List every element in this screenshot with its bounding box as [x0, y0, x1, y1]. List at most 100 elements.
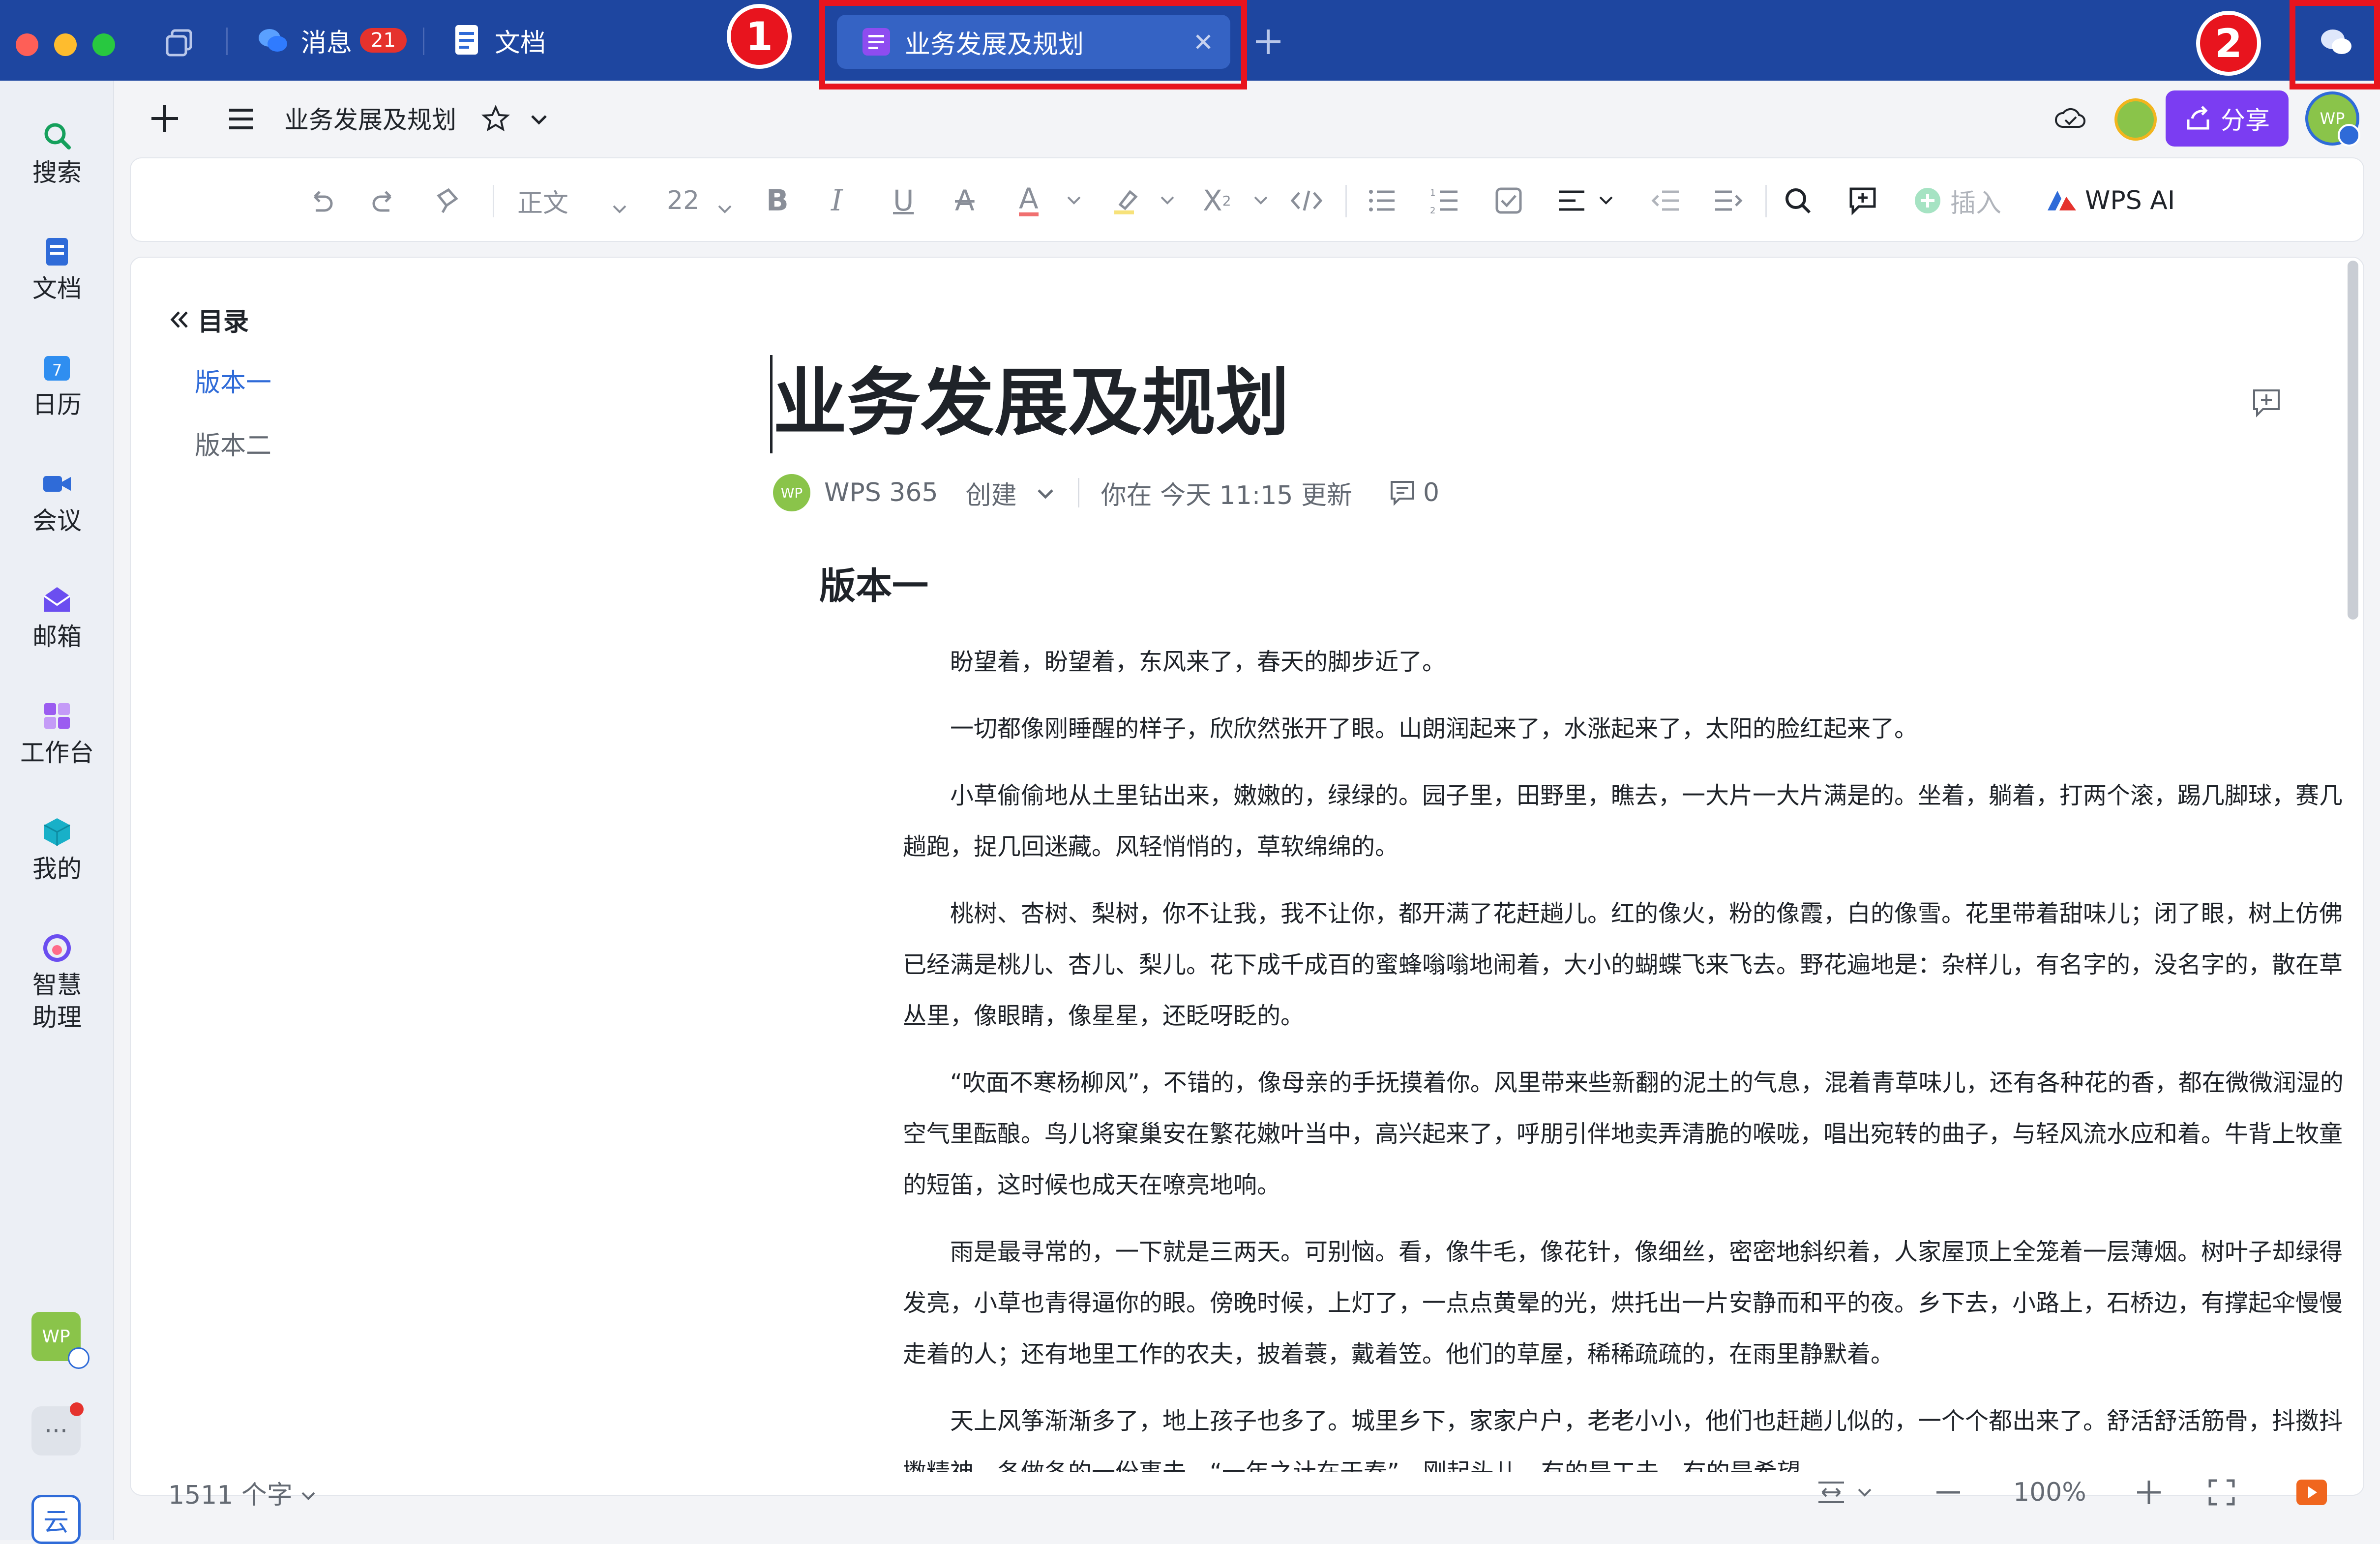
- fullscreen-icon[interactable]: [2207, 1470, 2236, 1514]
- doc-comment-icon[interactable]: [2250, 386, 2283, 419]
- new-doc-plus-icon[interactable]: [148, 101, 182, 136]
- enterprise-badge-icon: [2338, 124, 2360, 147]
- chat-panel-icon[interactable]: [2317, 24, 2355, 62]
- align-icon[interactable]: [1556, 158, 1587, 243]
- toc-header[interactable]: 目录: [167, 301, 249, 338]
- document-title[interactable]: 业务发展及规划: [773, 354, 1289, 452]
- sidebar-item-label: 我的: [32, 855, 82, 883]
- chevron-down-icon[interactable]: [1597, 158, 1615, 243]
- tab-messages[interactable]: 消息 21: [256, 0, 407, 81]
- format-painter-icon[interactable]: [434, 158, 463, 243]
- insert-button[interactable]: 插入: [1913, 158, 2001, 243]
- checklist-icon[interactable]: [1493, 158, 1524, 243]
- add-comment-icon[interactable]: [1847, 158, 1878, 243]
- bold-icon[interactable]: B: [766, 158, 789, 243]
- insert-label: 插入: [1950, 188, 2002, 218]
- chevron-down-icon[interactable]: [1159, 158, 1176, 243]
- page-width-icon[interactable]: [1815, 1470, 1847, 1514]
- tab-docs[interactable]: 文档: [452, 0, 546, 81]
- sidebar-item-label: 智慧 助理: [32, 971, 82, 1032]
- calendar-icon: 7: [41, 352, 73, 384]
- collaborator-avatar[interactable]: [2114, 98, 2157, 141]
- sidebar-item-search[interactable]: 搜索: [0, 120, 114, 189]
- sidebar-item-meeting[interactable]: 会议: [0, 468, 114, 537]
- chevron-down-icon[interactable]: [1065, 158, 1083, 243]
- new-tab-plus-icon[interactable]: [1251, 25, 1285, 59]
- superscript-icon[interactable]: X2: [1203, 158, 1231, 243]
- chevron-down-icon[interactable]: [1252, 158, 1270, 243]
- sidebar-item-docs[interactable]: 文档: [0, 236, 114, 305]
- comment-icon[interactable]: [1389, 479, 1416, 506]
- document-icon: [452, 23, 484, 58]
- more-apps-button[interactable]: ···: [31, 1402, 84, 1455]
- wps-ai-button[interactable]: WPS AI: [2045, 158, 2175, 243]
- zoom-in-icon[interactable]: [2134, 1470, 2164, 1514]
- chevron-down-icon[interactable]: [1855, 1470, 1874, 1514]
- chevron-down-icon[interactable]: [528, 109, 550, 131]
- italic-icon[interactable]: I: [831, 158, 843, 243]
- toc-item-2[interactable]: 版本二: [195, 425, 271, 462]
- paragraph[interactable]: 一切都像刚睡醒的样子，欣欣然张开了眼。山朗润起来了，水涨起来了，太阳的脸红起来了…: [903, 703, 2358, 754]
- highlight-icon[interactable]: [1110, 158, 1142, 243]
- toc-item-1[interactable]: 版本一: [195, 362, 271, 399]
- code-icon[interactable]: [1289, 158, 1324, 243]
- doc-title-label[interactable]: 业务发展及规划: [284, 93, 456, 143]
- vertical-scrollbar[interactable]: [2348, 261, 2358, 620]
- close-window-button[interactable]: [16, 33, 38, 56]
- zoom-window-button[interactable]: [92, 33, 115, 56]
- font-size-dropdown[interactable]: 22: [667, 158, 736, 243]
- numbered-list-icon[interactable]: 12: [1429, 158, 1460, 243]
- author-name[interactable]: WPS 365: [824, 478, 938, 507]
- sidebar-item-workbench[interactable]: 工作台: [0, 700, 114, 769]
- zoom-out-icon[interactable]: [1934, 1470, 1963, 1514]
- redo-icon[interactable]: [370, 158, 399, 243]
- sidebar-item-mail[interactable]: 邮箱: [0, 584, 114, 653]
- unread-badge: 21: [360, 28, 407, 53]
- bullet-list-icon[interactable]: [1366, 158, 1398, 243]
- workbench-grid-icon: [41, 700, 73, 732]
- font-color-icon[interactable]: A: [1019, 158, 1039, 243]
- insert-plus-icon: [1913, 186, 1942, 215]
- user-avatar[interactable]: WP: [31, 1312, 89, 1369]
- search-icon: [41, 120, 73, 151]
- star-icon[interactable]: [481, 104, 510, 134]
- indent-icon[interactable]: [1712, 158, 1744, 243]
- cube-icon: [41, 816, 73, 848]
- document-panel: 目录 版本一 版本二 业务发展及规划 WP WPS 365 创建 你在 今天 1…: [130, 257, 2364, 1496]
- chevron-down-icon: [298, 1483, 318, 1502]
- chevron-down-icon: [716, 194, 734, 223]
- menu-icon[interactable]: [226, 104, 256, 134]
- find-search-icon[interactable]: [1782, 158, 1814, 243]
- sidebar-item-assistant[interactable]: 智慧 助理: [0, 932, 114, 1034]
- cloud-button[interactable]: 云: [31, 1495, 81, 1544]
- paragraph[interactable]: 小草偷偷地从土里钻出来，嫩嫩的，绿绿的。园子里，田野里，瞧去，一大片一大片满是的…: [903, 770, 2358, 872]
- paragraph[interactable]: 桃树、杏树、梨树，你不让我，我不让你，都开满了花赶趟儿。红的像火，粉的像霞，白的…: [903, 888, 2358, 1041]
- account-avatar[interactable]: WP: [2305, 91, 2360, 147]
- paragraph-style-dropdown[interactable]: 正文: [517, 158, 626, 243]
- chevron-down-icon[interactable]: [1035, 482, 1056, 504]
- underline-icon[interactable]: U: [893, 158, 914, 243]
- window-switcher-icon[interactable]: [162, 26, 197, 60]
- section-heading[interactable]: 版本一: [819, 557, 928, 609]
- text-cursor: [770, 355, 773, 453]
- svg-text:1: 1: [1430, 188, 1435, 198]
- word-count: 1511 个字: [168, 1480, 293, 1510]
- user-avatar-text: WP: [42, 1326, 70, 1347]
- paragraph[interactable]: 雨是最寻常的，一下就是三两天。可别恼。看，像牛毛，像花针，像细丝，密密地斜织着，…: [903, 1226, 2358, 1380]
- device-icon: [68, 1347, 89, 1369]
- tab-docs-label: 文档: [495, 28, 546, 58]
- zoom-level[interactable]: 100%: [2013, 1470, 2086, 1514]
- paragraph[interactable]: 盼望着，盼望着，东风来了，春天的脚步近了。: [903, 636, 2358, 687]
- toc-header-label: 目录: [198, 307, 249, 337]
- sidebar-item-mine[interactable]: 我的: [0, 816, 114, 885]
- sidebar-item-calendar[interactable]: 7 日历: [0, 352, 114, 421]
- word-count-button[interactable]: 1511 个字: [168, 1470, 318, 1514]
- strikethrough-icon[interactable]: A: [955, 158, 975, 243]
- minimize-window-button[interactable]: [54, 33, 77, 56]
- paragraph[interactable]: “吹面不寒杨柳风”，不错的，像母亲的手抚摸着你。风里带来些新翻的泥土的气息，混着…: [903, 1057, 2358, 1211]
- collapse-double-chevron-icon: [167, 307, 192, 332]
- presentation-play-icon[interactable]: [2294, 1470, 2329, 1514]
- share-button[interactable]: 分享: [2166, 90, 2289, 147]
- outdent-icon[interactable]: [1650, 158, 1682, 243]
- undo-icon[interactable]: [306, 158, 335, 243]
